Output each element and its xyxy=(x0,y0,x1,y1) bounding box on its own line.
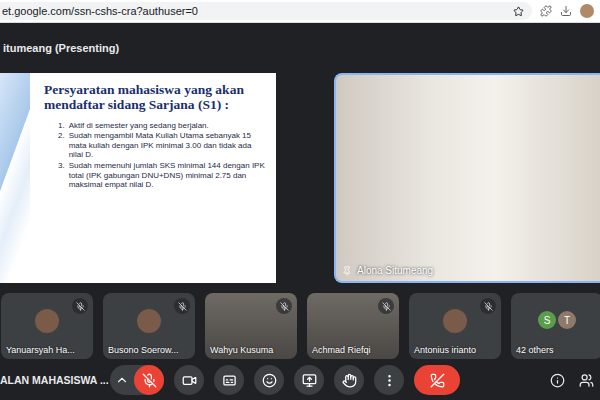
present-button[interactable] xyxy=(294,365,324,395)
camera-button[interactable] xyxy=(174,365,204,395)
more-button[interactable] xyxy=(374,365,404,395)
mute-badge xyxy=(378,298,394,314)
smile-icon xyxy=(262,373,277,388)
mute-badge xyxy=(174,298,190,314)
meet-window: et.google.com/ssn-cshs-cra?authuser=0 itu… xyxy=(0,0,600,400)
people-icon[interactable] xyxy=(579,373,594,388)
mute-badge xyxy=(276,298,292,314)
audio-options-button[interactable] xyxy=(110,365,134,395)
participant-name: Antonius irianto xyxy=(414,345,497,355)
mic-off-icon xyxy=(142,373,157,388)
presenter-label: itumeang (Presenting) xyxy=(0,23,600,73)
speaker-name: Alona Situmeang xyxy=(342,265,433,276)
participant-tile[interactable]: Wahyu Kusuma xyxy=(205,293,297,359)
speaker-tile[interactable]: Alona Situmeang xyxy=(334,73,600,283)
mute-badge xyxy=(72,298,88,314)
others-tile[interactable]: ST 42 others xyxy=(511,293,600,359)
presentation-slide: Persyaratan mahasiswa yang akan mendafta… xyxy=(0,73,276,283)
others-avatar: S xyxy=(538,311,556,329)
others-avatar: T xyxy=(558,311,576,329)
participant-name: Busono Soerow... xyxy=(108,345,191,355)
others-label: 42 others xyxy=(516,345,599,355)
more-icon xyxy=(382,373,397,388)
star-icon[interactable] xyxy=(513,6,524,17)
slide-item: 2.Sudah mengambil Mata Kuliah Utama seba… xyxy=(58,131,266,160)
participant-tile[interactable]: Yanuarsyah Ha... xyxy=(1,293,93,359)
slide-title: Persyaratan mahasiswa yang akan mendafta… xyxy=(44,83,244,113)
slide-item: 1.Aktif di semester yang sedang berjalan… xyxy=(58,121,266,131)
participant-avatar xyxy=(443,309,467,333)
captions-button[interactable] xyxy=(214,365,244,395)
participant-avatar xyxy=(35,309,59,333)
hand-icon xyxy=(342,373,357,388)
participant-name: Achmad Riefqi xyxy=(312,345,395,355)
slide-list: 1.Aktif di semester yang sedang berjalan… xyxy=(44,121,266,190)
present-screen-icon xyxy=(302,373,317,388)
mic-off-icon xyxy=(382,302,391,311)
download-icon[interactable] xyxy=(560,5,572,17)
browser-bar: et.google.com/ssn-cshs-cra?authuser=0 xyxy=(0,0,600,23)
captions-icon xyxy=(222,373,237,388)
mic-off-icon xyxy=(484,302,493,311)
control-bar: ALAN MAHASISWA ... xyxy=(0,359,600,400)
participant-tile[interactable]: Antonius irianto xyxy=(409,293,501,359)
info-icon[interactable] xyxy=(550,373,565,388)
profile-avatar[interactable] xyxy=(580,4,594,18)
participant-tile[interactable]: Achmad Riefqi xyxy=(307,293,399,359)
mic-off-icon xyxy=(76,302,85,311)
participant-tile[interactable]: Busono Soerow... xyxy=(103,293,195,359)
reactions-button[interactable] xyxy=(254,365,284,395)
mic-button[interactable] xyxy=(134,365,164,395)
participant-avatar xyxy=(137,309,161,333)
raise-hand-button[interactable] xyxy=(334,365,364,395)
end-call-icon xyxy=(430,373,445,388)
stage: Persyaratan mahasiswa yang akan mendafta… xyxy=(0,73,600,283)
mic-off-icon xyxy=(280,302,289,311)
slide-item: 3.Sudah memenuhi jumlah SKS minimal 144 … xyxy=(58,161,266,190)
mic-group xyxy=(110,365,164,395)
chevron-up-icon xyxy=(115,373,129,387)
participant-name: Yanuarsyah Ha... xyxy=(6,345,89,355)
meeting-title: ALAN MAHASISWA ... xyxy=(0,374,110,386)
camera-icon xyxy=(182,373,197,388)
mute-badge xyxy=(480,298,496,314)
end-call-button[interactable] xyxy=(414,365,460,395)
extensions-icon[interactable] xyxy=(540,5,552,17)
participant-strip: Yanuarsyah Ha... Busono Soerow... Wahyu Ku… xyxy=(0,293,600,359)
slide-decoration xyxy=(0,73,30,283)
address-bar[interactable]: et.google.com/ssn-cshs-cra?authuser=0 xyxy=(0,2,532,20)
pin-icon[interactable] xyxy=(342,266,352,276)
mic-off-icon xyxy=(178,302,187,311)
participant-name: Wahyu Kusuma xyxy=(210,345,293,355)
